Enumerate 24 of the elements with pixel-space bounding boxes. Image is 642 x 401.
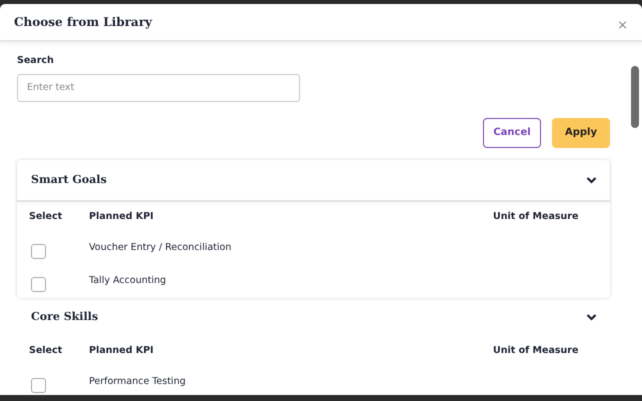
close-button[interactable]: ×: [615, 18, 630, 32]
checkbox[interactable]: [31, 277, 46, 292]
column-header: Unit of Measure: [493, 210, 580, 224]
kpi-name: Performance Testing: [89, 375, 187, 390]
section-title: Core Skills: [31, 308, 98, 324]
checkbox[interactable]: [31, 244, 46, 260]
column-header: Select: [29, 344, 64, 358]
kpi-name: Tally Accounting: [89, 274, 168, 288]
chevron-icon[interactable]: [586, 312, 597, 321]
search-label: Search: [17, 54, 55, 68]
kpi-name: Voucher Entry / Reconciliation: [89, 241, 232, 256]
chevron-icon[interactable]: [586, 176, 597, 184]
section-header[interactable]: Smart Goals: [17, 160, 610, 202]
scrollbar-thumb[interactable]: [631, 66, 639, 128]
section-title: Smart Goals: [31, 172, 107, 188]
column-header: Unit of Measure: [493, 344, 580, 358]
checkbox[interactable]: [31, 378, 46, 394]
column-header: Planned KPI: [89, 344, 155, 358]
column-header: Planned KPI: [89, 210, 155, 224]
column-header: Select: [29, 210, 64, 224]
dialog-title: Choose from Library: [14, 14, 152, 31]
apply-button[interactable]: Apply: [552, 118, 610, 148]
cancel-button[interactable]: Cancel: [483, 118, 541, 148]
search-field[interactable]: Enter text: [17, 74, 300, 102]
